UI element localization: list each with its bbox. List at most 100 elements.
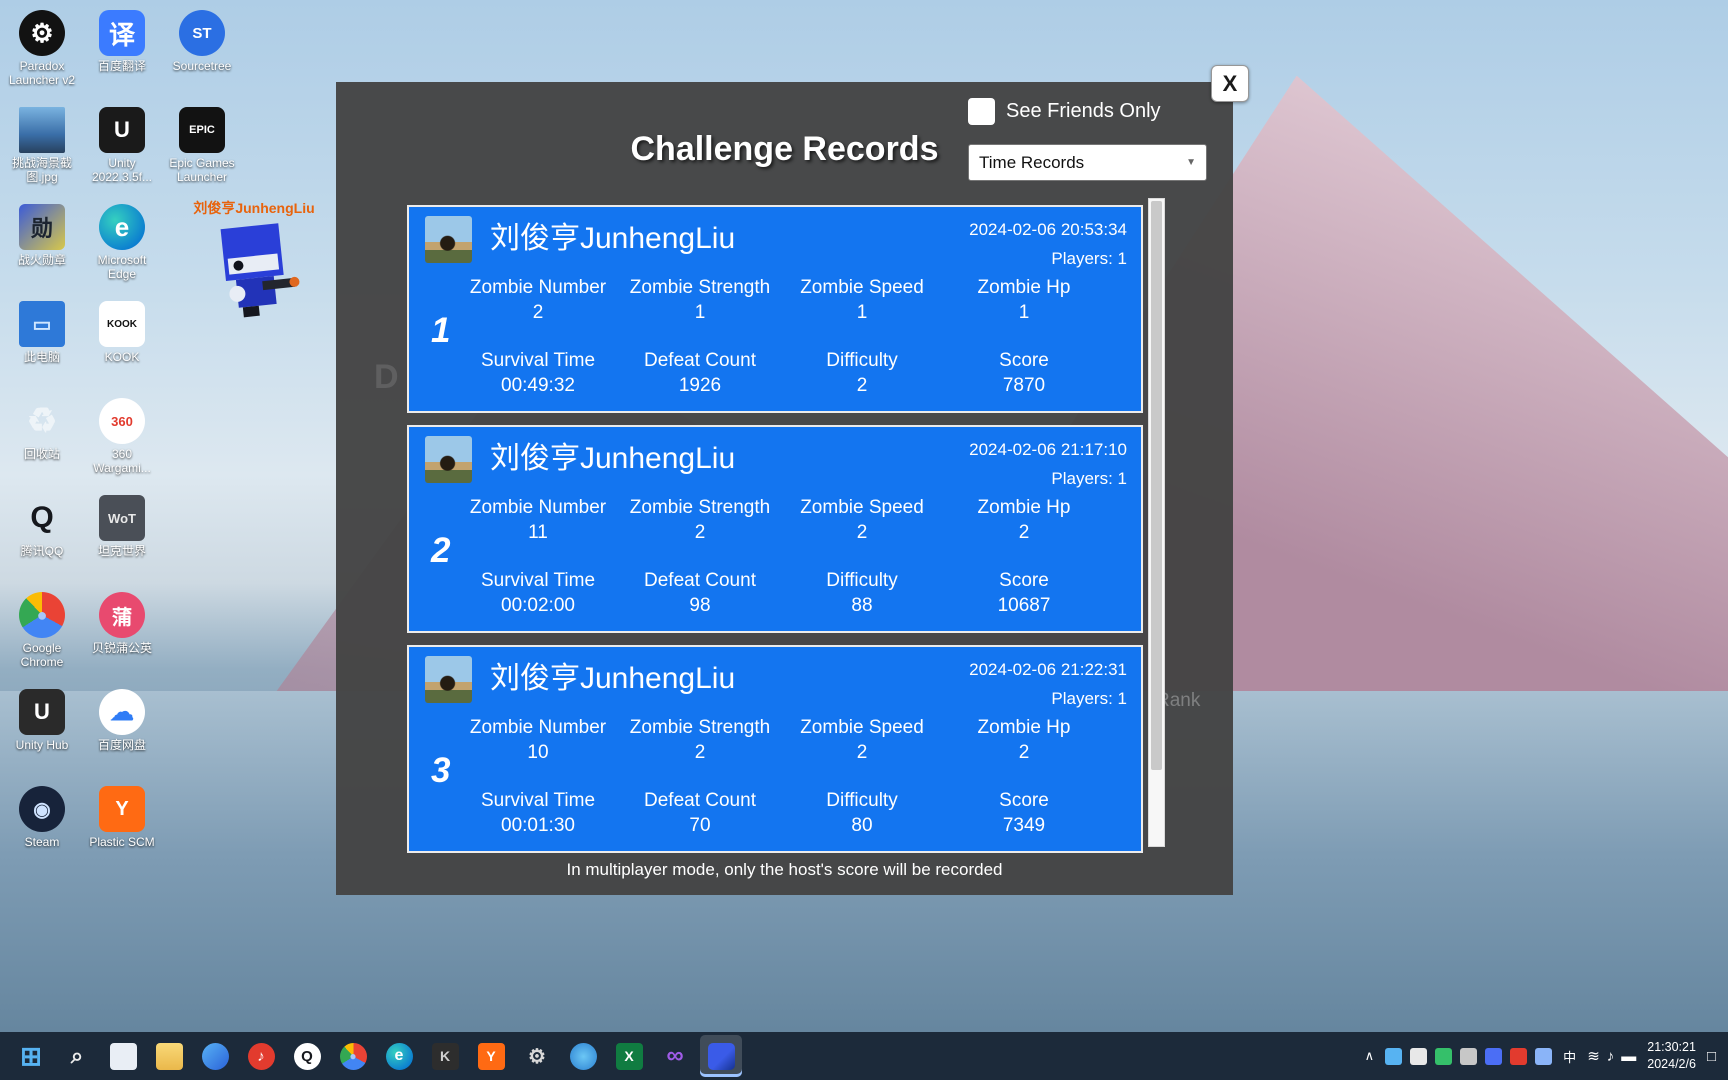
desktop-icon-image: 勋	[19, 204, 65, 250]
desktop-icon-label: Plastic SCM	[89, 836, 154, 850]
edge-icon[interactable]: e Microsoft Edge	[82, 198, 162, 295]
scrollbar-thumb[interactable]	[1151, 201, 1162, 770]
character-label: 刘俊亨JunhengLiu	[190, 198, 318, 218]
player-name: 刘俊亨JunhengLiu	[490, 436, 735, 481]
desktop-icon-image: EPIC	[179, 107, 225, 153]
desktop-icon-label: 贝锐蒲公英	[92, 642, 152, 656]
taskbar-app-plastic-scm[interactable]: Y	[470, 1035, 512, 1077]
taskbar-app-icon	[156, 1043, 183, 1070]
tray-icon[interactable]	[1460, 1048, 1477, 1065]
this-pc-icon[interactable]: ▭ 此电脑	[2, 295, 82, 392]
taskbar-app-file-explorer[interactable]	[148, 1035, 190, 1077]
taskbar-app-qq[interactable]: Q	[286, 1035, 328, 1077]
records-scrollbar[interactable]	[1148, 198, 1165, 847]
record-card[interactable]: 刘俊亨JunhengLiu 2024-02-06 20:53:34 Player…	[407, 205, 1143, 413]
desktop-icon-label: Steam	[25, 836, 60, 850]
battery-icon[interactable]: ▬	[1621, 1048, 1636, 1065]
stat-zombie-speed: Zombie Speed 2	[781, 717, 943, 764]
status-icons: ≋ ♪ ▬	[1587, 1047, 1636, 1065]
taskbar-app-edge[interactable]: e	[378, 1035, 420, 1077]
world-of-tanks-icon[interactable]: WoT 坦克世界	[82, 489, 162, 586]
epic-games-icon[interactable]: EPIC Epic Games Launcher	[162, 101, 242, 198]
taskbar-app-netease-music[interactable]: ♪	[240, 1035, 282, 1077]
tray-icon[interactable]	[1535, 1048, 1552, 1065]
desktop-icon-label: 回收站	[24, 448, 60, 462]
record-card[interactable]: 刘俊亨JunhengLiu 2024-02-06 21:17:10 Player…	[407, 425, 1143, 633]
tray-icon[interactable]	[1410, 1048, 1427, 1065]
taskbar-app-chrome[interactable]: ●	[332, 1035, 374, 1077]
desktop-icon-image: U	[99, 107, 145, 153]
taskbar-app-icon: Y	[478, 1043, 505, 1070]
record-card[interactable]: 刘俊亨JunhengLiu 2024-02-06 21:22:31 Player…	[407, 645, 1143, 853]
desktop-icon-image: 译	[99, 10, 145, 56]
background-text-fragment: D	[374, 358, 399, 397]
stat-score: Score 10687	[943, 570, 1105, 617]
paradox-launcher-icon[interactable]: ⚙ Paradox Launcher v2	[2, 4, 82, 101]
taskbar-app-visual-studio[interactable]: ∞	[654, 1035, 696, 1077]
unity-hub-icon[interactable]: U Unity Hub	[2, 683, 82, 780]
tray-icon[interactable]	[1510, 1048, 1527, 1065]
record-card-header: 刘俊亨JunhengLiu 2024-02-06 20:53:34 Player…	[409, 207, 1141, 274]
desktop-icon-label: 此电脑	[24, 351, 60, 365]
image-file-icon[interactable]: 挑战海景截图.jpg	[2, 101, 82, 198]
taskbar-app-sunlogin[interactable]	[562, 1035, 604, 1077]
stat-zombie-speed: Zombie Speed 1	[781, 277, 943, 324]
wargaming-icon[interactable]: 360 360 Wargami...	[82, 392, 162, 489]
chrome-icon[interactable]: ● Google Chrome	[2, 586, 82, 683]
desktop-icon-image: ⚙	[19, 10, 65, 56]
stat-zombie-hp: Zombie Hp 2	[943, 717, 1105, 764]
recycle-bin-icon[interactable]: ♻ 回收站	[2, 392, 82, 489]
tray-icon[interactable]	[1385, 1048, 1402, 1065]
see-friends-only-checkbox[interactable]	[968, 98, 995, 125]
baidu-netdisk-icon[interactable]: ☁ 百度网盘	[82, 683, 162, 780]
desktop-icon-image: ♻	[19, 398, 65, 444]
stat-zombie-speed: Zombie Speed 2	[781, 497, 943, 544]
taskbar-app-icon: ∞	[662, 1043, 689, 1070]
taskbar-app-icon: K	[432, 1043, 459, 1070]
stat-difficulty: Difficulty 88	[781, 570, 943, 617]
record-players: Players: 1	[969, 245, 1127, 274]
stat-survival-time: Survival Time 00:49:32	[457, 350, 619, 397]
notification-center-icon[interactable]: □	[1707, 1048, 1716, 1065]
desktop-icon-label: Sourcetree	[173, 60, 232, 74]
stat-difficulty: Difficulty 2	[781, 350, 943, 397]
taskbar: ⊞ ⌕ ♪	[0, 1032, 1728, 1080]
tray-icon[interactable]	[1435, 1048, 1452, 1065]
tray-icon[interactable]	[1485, 1048, 1502, 1065]
taskbar-app-icon	[110, 1043, 137, 1070]
taskbar-clock[interactable]: 21:30:21 2024/2/6	[1647, 1039, 1696, 1073]
stat-survival-time: Survival Time 00:01:30	[457, 790, 619, 837]
taskbar-app-excel[interactable]: X	[608, 1035, 650, 1077]
desktop-icon-image: e	[99, 204, 145, 250]
oray-icon[interactable]: 蒲 贝锐蒲公英	[82, 586, 162, 683]
unity-editor-icon[interactable]: U Unity 2022.3.5f...	[82, 101, 162, 198]
input-method-indicator[interactable]: 中	[1563, 1047, 1576, 1066]
taskbar-app-widgets[interactable]	[102, 1035, 144, 1077]
taskbar-app-settings[interactable]: ⚙	[516, 1035, 558, 1077]
wifi-icon[interactable]: ≋	[1587, 1047, 1600, 1065]
desktop-icon-image: ▭	[19, 301, 65, 347]
steam-icon[interactable]: ◉ Steam	[2, 780, 82, 877]
qq-icon[interactable]: Q 腾讯QQ	[2, 489, 82, 586]
medal-of-war-icon[interactable]: 勋 战火勋章	[2, 198, 82, 295]
volume-icon[interactable]: ♪	[1607, 1048, 1615, 1065]
kook-icon[interactable]: KOOK KOOK	[82, 295, 162, 392]
see-friends-only-label: See Friends Only	[1006, 100, 1161, 123]
close-button[interactable]: X	[1211, 65, 1249, 102]
search-button[interactable]: ⌕	[56, 1035, 98, 1077]
stat-defeat-count: Defeat Count 1926	[619, 350, 781, 397]
player-name: 刘俊亨JunhengLiu	[490, 656, 735, 701]
taskbar-app-key[interactable]: K	[424, 1035, 466, 1077]
start-button[interactable]: ⊞	[10, 1035, 52, 1077]
taskbar-app-game-active[interactable]	[700, 1035, 742, 1077]
taskbar-app-icon: ⚙	[524, 1043, 551, 1070]
plastic-scm-icon[interactable]: Y Plastic SCM	[82, 780, 162, 877]
desktop-icon-label: Unity Hub	[16, 739, 69, 753]
sourcetree-icon[interactable]: ST Sourcetree	[162, 4, 242, 101]
baidu-translate-icon[interactable]: 译 百度翻译	[82, 4, 162, 101]
desktop-icon-image: WoT	[99, 495, 145, 541]
tray-expand-chevron-icon[interactable]: ∧	[1365, 1048, 1375, 1064]
taskbar-app-photos[interactable]	[194, 1035, 236, 1077]
desktop-character-shortcut[interactable]: 刘俊亨JunhengLiu	[190, 198, 318, 330]
records-type-dropdown[interactable]: Time Records ▼	[968, 144, 1207, 181]
